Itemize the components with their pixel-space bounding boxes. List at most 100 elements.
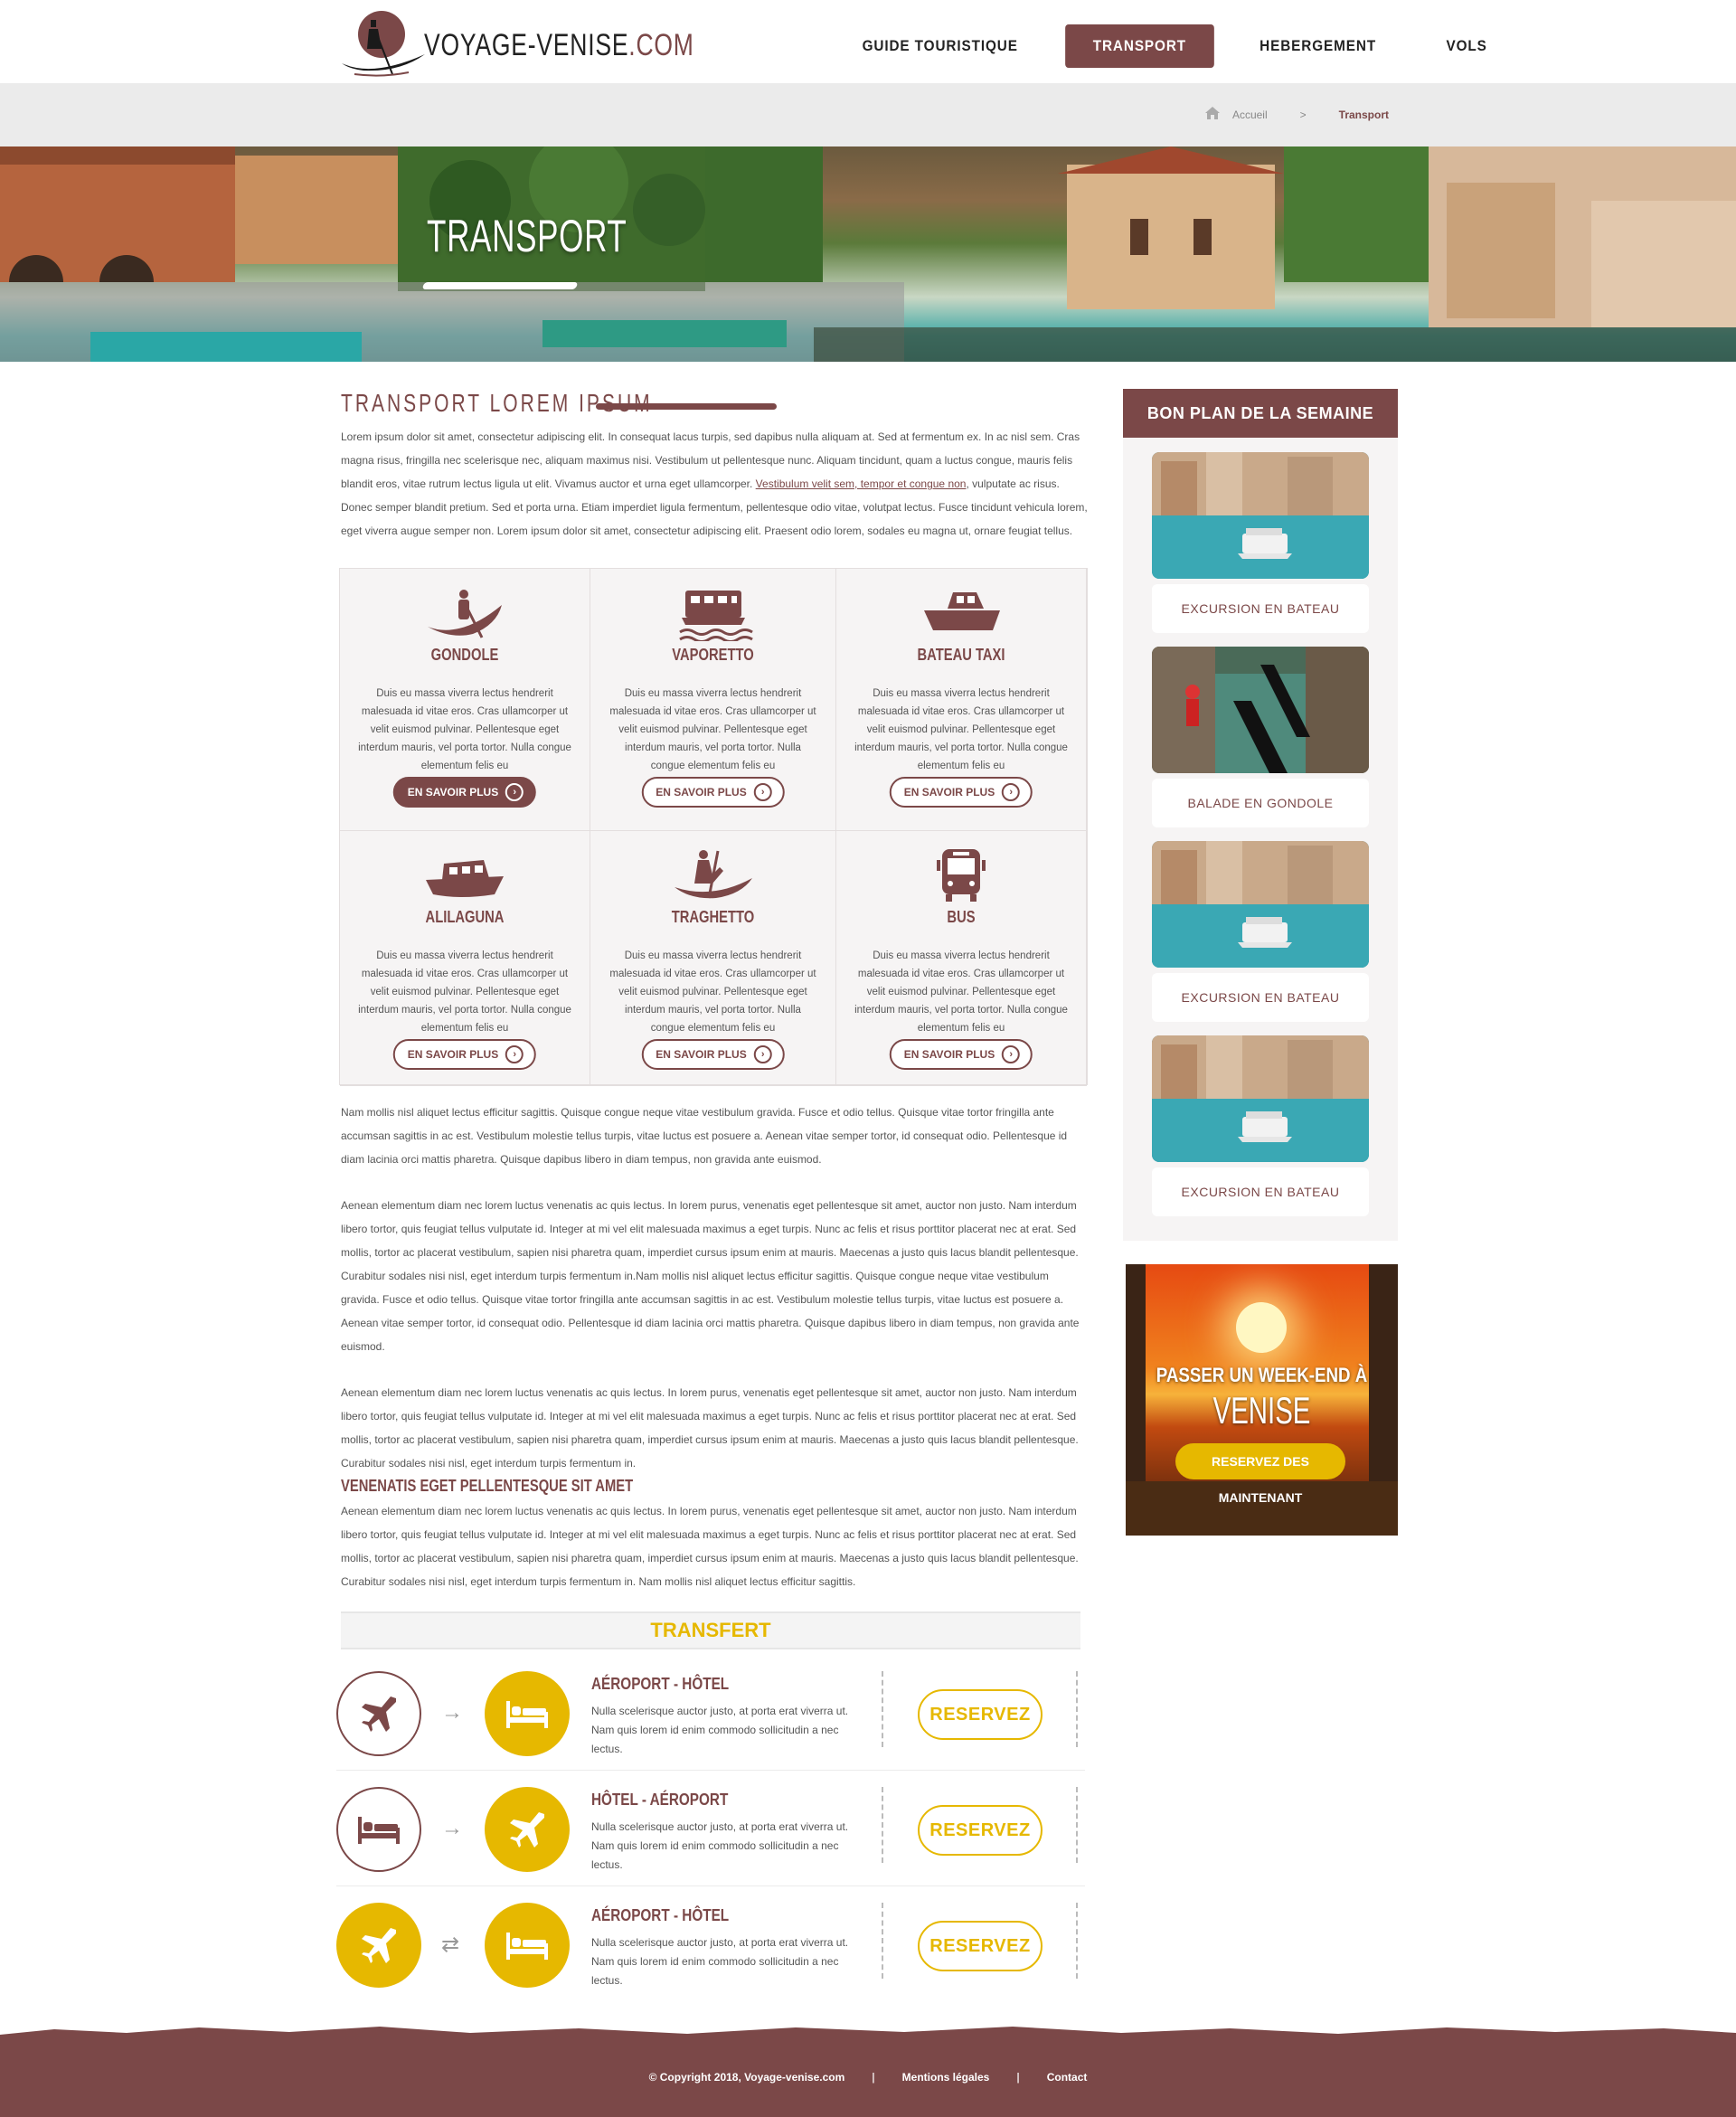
nav-hebergement[interactable]: HEBERGEMENT [1232, 24, 1404, 68]
traghetto-icon [673, 847, 754, 903]
intro-section: TRANSPORT LOREM IPSUM Lorem ipsum dolor … [341, 389, 1088, 543]
transfer-description: Nulla scelerisque auctor justo, at porta… [591, 1936, 849, 1987]
logo-text: VOYAGE-VENISE.COM [424, 27, 694, 62]
transport-description: Duis eu massa viverra lectus hendrerit m… [609, 950, 816, 1034]
gondola-icon [424, 585, 505, 641]
ad-line2: VENISE [1212, 1389, 1311, 1432]
transfer-heading: TRANSFERT [341, 1611, 1080, 1649]
reserve-button[interactable]: RESERVEZ [918, 1921, 1043, 1971]
chevron-right-icon: › [505, 1045, 524, 1063]
gondola-photo [1152, 647, 1369, 773]
transport-title: GONDOLE [430, 646, 499, 664]
section-paragraph: Aenean elementum diam nec lorem luctus v… [341, 1505, 1079, 1588]
transport-card: VAPORETTO Duis eu massa viverra lectus he… [590, 569, 836, 831]
chevron-right-icon: › [753, 1045, 772, 1063]
page-title: TRANSPORT [427, 211, 627, 261]
hero-banner: TRANSPORT [0, 146, 1736, 362]
sidebar-heading: BON PLAN DE LA SEMAINE [1123, 389, 1398, 438]
arrow-icon: → [441, 1816, 463, 1840]
transport-card: ALILAGUNA Duis eu massa viverra lectus he… [340, 831, 590, 1086]
arrow-icon: ⇄ [441, 1933, 460, 1957]
transfer-title: AÉROPORT - HÔTEL [591, 1906, 730, 1924]
learn-more-button[interactable]: EN SAVOIR PLUS › [889, 777, 1033, 808]
transport-title: BUS [947, 908, 976, 926]
deal-card[interactable]: EXCURSION EN BATEAU [1152, 841, 1369, 1022]
transfer-row: → HÔTEL - AÉROPORT Nulla scelerisque aucto… [336, 1771, 1085, 1886]
breadcrumb-current: Transport [1338, 108, 1389, 121]
section-heading: VENENATIS EGET PELLENTESQUE SIT AMET [341, 1477, 634, 1495]
transport-grid: GONDOLE Duis eu massa viverra lectus hend… [339, 568, 1088, 1086]
ad-reserve-button[interactable]: RESERVEZ DES MAINTENANT [1175, 1443, 1345, 1505]
breadcrumb-home[interactable]: Accueil [1232, 109, 1268, 121]
deal-caption: EXCURSION EN BATEAU [1152, 1167, 1369, 1216]
site-footer: © Copyright 2018, Voyage-venise.com | Me… [0, 2027, 1736, 2117]
weekend-ad-banner[interactable]: PASSER UN WEEK-END À VENISE RESERVEZ DES… [1126, 1264, 1398, 1536]
ad-line1: PASSER UN WEEK-END À [1156, 1364, 1368, 1386]
transport-description: Duis eu massa viverra lectus hendrerit m… [358, 688, 571, 771]
bed-icon [485, 1671, 570, 1756]
transfer-title: AÉROPORT - HÔTEL [591, 1675, 730, 1693]
learn-more-button[interactable]: EN SAVOIR PLUS › [641, 777, 785, 808]
body-paragraph: Aenean elementum diam nec lorem luctus v… [341, 1199, 1080, 1353]
boat-tour-photo [1152, 841, 1369, 968]
transport-description: Duis eu massa viverra lectus hendrerit m… [854, 950, 1068, 1034]
learn-more-button[interactable]: EN SAVOIR PLUS › [392, 777, 537, 808]
plane-icon [336, 1903, 421, 1988]
nav-transport[interactable]: TRANSPORT [1065, 24, 1215, 68]
chevron-right-icon: › [753, 783, 772, 801]
body-text: Nam mollis nisl aliquet lectus efficitur… [341, 1101, 1088, 1498]
breadcrumb: Accueil > Transport [1204, 107, 1389, 122]
bed-icon [485, 1903, 570, 1988]
transfer-row: ⇄ AÉROPORT - HÔTEL Nulla scelerisque aucto… [336, 1886, 1085, 2002]
transport-title: VAPORETTO [672, 646, 754, 664]
intro-link[interactable]: Vestibulum velit sem, tempor et congue n… [756, 477, 967, 490]
transport-title: TRAGHETTO [671, 908, 755, 926]
deal-caption: EXCURSION EN BATEAU [1152, 584, 1369, 633]
deal-caption: EXCURSION EN BATEAU [1152, 973, 1369, 1022]
transfer-description: Nulla scelerisque auctor justo, at porta… [591, 1820, 849, 1871]
breadcrumb-bar: Accueil > Transport [0, 83, 1736, 146]
breadcrumb-separator: > [1299, 108, 1307, 121]
transport-title: ALILAGUNA [425, 908, 505, 926]
learn-more-button[interactable]: EN SAVOIR PLUS › [392, 1039, 537, 1070]
body-paragraph: Nam mollis nisl aliquet lectus efficitur… [341, 1106, 1068, 1166]
gondola-logo-icon [336, 7, 431, 78]
transfer-description: Nulla scelerisque auctor justo, at porta… [591, 1705, 849, 1755]
boat-tour-photo [1152, 1035, 1369, 1162]
footer-links: © Copyright 2018, Voyage-venise.com | Me… [648, 2071, 1088, 2084]
reserve-button[interactable]: RESERVEZ [918, 1805, 1043, 1856]
sidebar-deals: BON PLAN DE LA SEMAINE EXCURSION EN BATE… [1123, 389, 1398, 1241]
plane-icon [485, 1787, 570, 1872]
legal-link[interactable]: Mentions légales [902, 2071, 990, 2084]
transport-description: Duis eu massa viverra lectus hendrerit m… [609, 688, 816, 771]
boat-tour-photo [1152, 452, 1369, 579]
deal-card[interactable]: EXCURSION EN BATEAU [1152, 1035, 1369, 1216]
transport-card: BUS Duis eu massa viverra lectus hendreri… [836, 831, 1087, 1086]
nav-vols[interactable]: VOLS [1419, 24, 1514, 68]
contact-link[interactable]: Contact [1047, 2071, 1088, 2084]
main-nav: GUIDE TOURISTIQUE TRANSPORT HEBERGEMENT … [823, 24, 1521, 68]
site-logo[interactable]: VOYAGE-VENISE.COM [336, 7, 770, 78]
chevron-right-icon: › [1002, 1045, 1021, 1063]
water-taxi-icon [920, 585, 1002, 641]
learn-more-button[interactable]: EN SAVOIR PLUS › [889, 1039, 1033, 1070]
bed-icon [336, 1787, 421, 1872]
transport-description: Duis eu massa viverra lectus hendrerit m… [854, 688, 1068, 771]
site-header: VOYAGE-VENISE.COM GUIDE TOURISTIQUE TRAN… [0, 0, 1736, 83]
transfer-title: HÔTEL - AÉROPORT [591, 1791, 729, 1809]
deal-card[interactable]: BALADE EN GONDOLE [1152, 647, 1369, 827]
reserve-button[interactable]: RESERVEZ [918, 1689, 1043, 1740]
deal-card[interactable]: EXCURSION EN BATEAU [1152, 452, 1369, 633]
learn-more-button[interactable]: EN SAVOIR PLUS › [641, 1039, 785, 1070]
copyright-text: © Copyright 2018, Voyage-venise.com [648, 2071, 845, 2084]
plane-icon [336, 1671, 421, 1756]
venice-panorama-image [0, 146, 1736, 362]
arrow-icon: → [441, 1700, 463, 1725]
transport-title: BATEAU TAXI [917, 646, 1005, 664]
nav-guide-touristique[interactable]: GUIDE TOURISTIQUE [835, 24, 1045, 68]
title-brush-stroke [421, 282, 579, 289]
sunset-image [1236, 1302, 1287, 1353]
heading-brush-stroke [596, 403, 777, 410]
home-icon[interactable] [1204, 107, 1220, 122]
chevron-right-icon: › [505, 783, 524, 801]
